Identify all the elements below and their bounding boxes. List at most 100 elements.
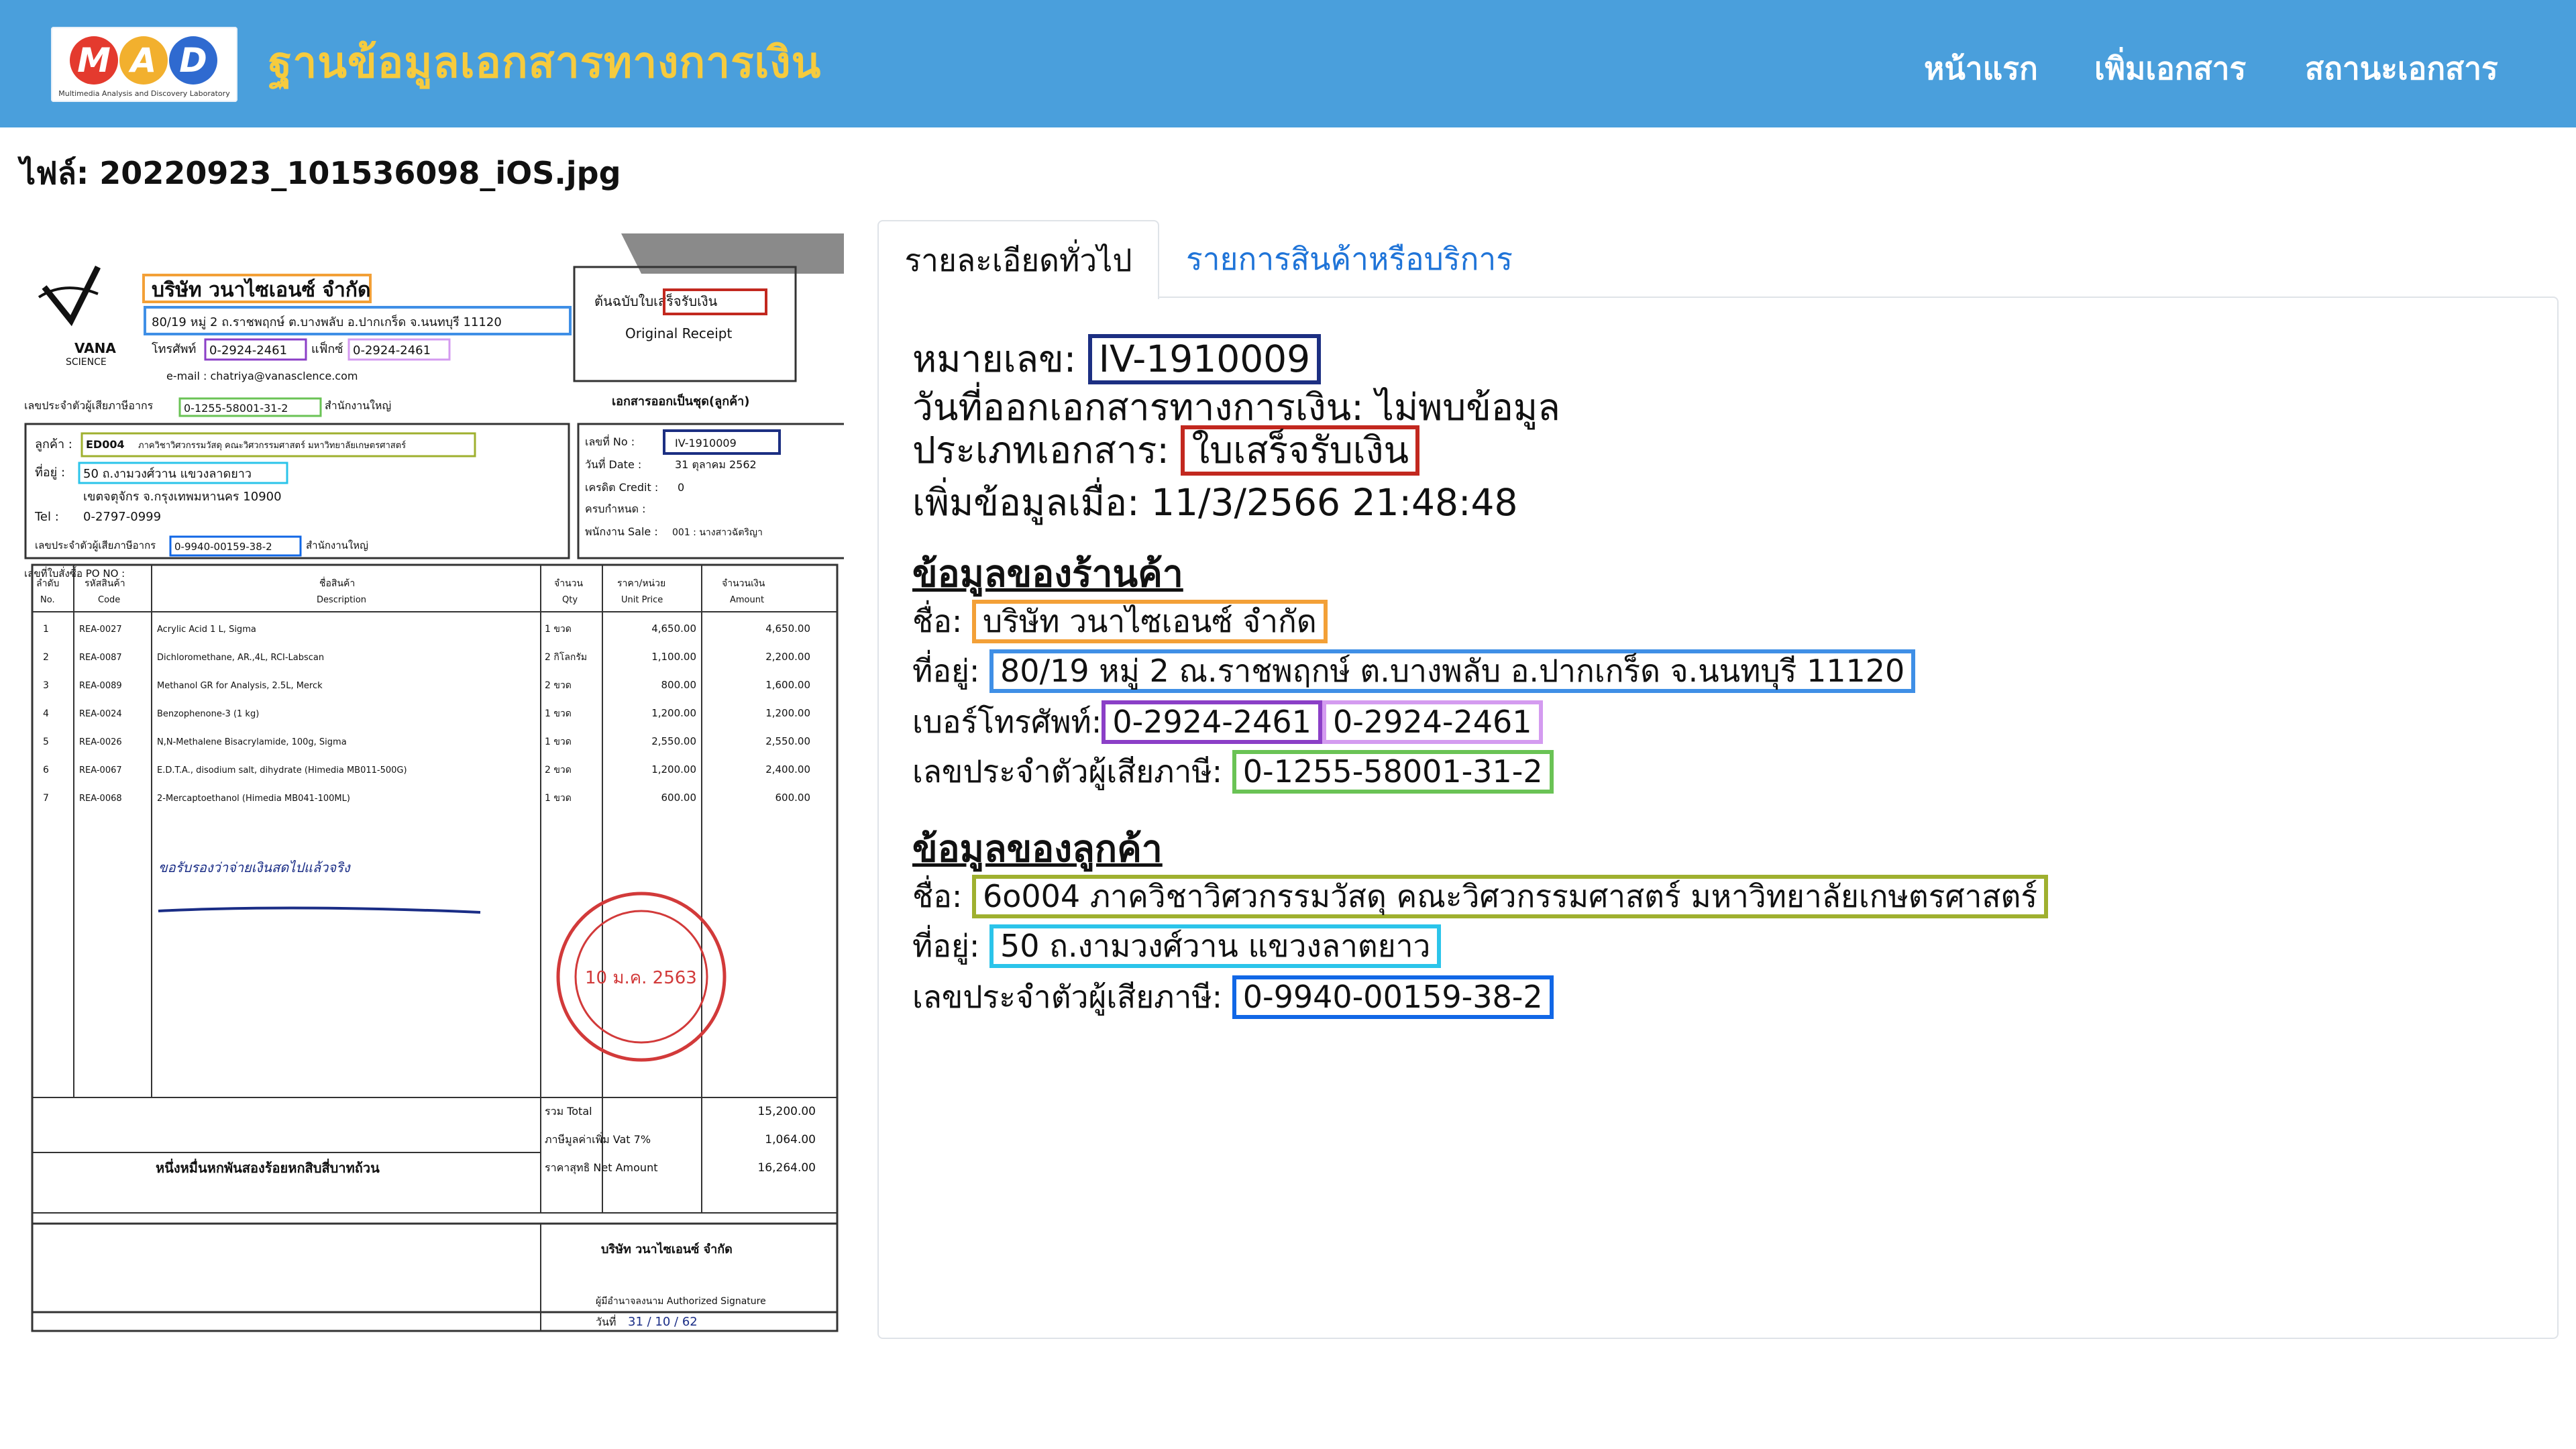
seller-phone-row: เบอร์โทรศัพท์: 0-2924-2461 0-2924-2461 <box>912 698 1543 747</box>
th-no-th: ลำดับ <box>36 578 59 589</box>
receipt-cell: 7 <box>43 793 49 804</box>
customer-name-label: ชื่อ: <box>912 878 963 914</box>
added-row: เพิ่มข้อมูลเมื่อ: 11/3/2566 21:48:48 <box>912 474 1518 532</box>
receipt-customer-label: ลูกค้า : <box>35 437 72 451</box>
sig-label: ผู้มีอำนาจลงนาม Authorized Signature <box>596 1296 766 1307</box>
document-image: VANA SCIENCE บริษัท วนาไซเอนซ์ จำกัด 80/… <box>24 233 844 1347</box>
receipt-scan: VANA SCIENCE บริษัท วนาไซเอนซ์ จำกัด 80/… <box>24 233 844 1332</box>
receipt-email: e-mail : chatriya@vanasclence.com <box>166 370 358 382</box>
receipt-cell: 1 ขวด <box>545 737 572 747</box>
receipt-cell: 1 ขวด <box>545 624 572 635</box>
receipt-stamp: 10 ม.ค. 2563 <box>556 892 727 1062</box>
total-label: รวม Total <box>545 1105 592 1118</box>
seller-address-value: 80/19 หมู่ 2 ณ.ราชพฤกษ์ ต.บางพลับ อ.ปากเ… <box>989 649 1916 693</box>
receipt-cell: 1,200.00 <box>651 707 696 719</box>
receipt-cust-address1: 50 ถ.งามวงศ์วาน แขวงลาดยาว <box>83 467 252 481</box>
seller-name-value: บริษัท วนาไซเอนซ์ จำกัด <box>971 600 1328 643</box>
receipt-no: IV-1910009 <box>675 437 737 449</box>
svg-text:SCIENCE: SCIENCE <box>66 357 107 368</box>
receipt-tel-label: Tel : <box>34 510 59 524</box>
receipt-credit-label: เครดิต Credit : <box>585 481 658 494</box>
nav-add-document[interactable]: เพิ่มเอกสาร <box>2094 44 2246 93</box>
th-code-en: Code <box>98 595 120 605</box>
seller-phone-label: เบอร์โทรศัพท์: <box>912 704 1102 740</box>
stamp-date: 10 ม.ค. 2563 <box>585 968 697 988</box>
receipt-cell: REA-0067 <box>79 765 122 775</box>
customer-tax-label: เลขประจำตัวผู้เสียภาษี: <box>912 979 1223 1015</box>
tab-items-services[interactable]: รายการสินค้าหรือบริการ <box>1186 220 1513 298</box>
receipt-phone-label: โทรศัพท์ <box>152 341 196 356</box>
receipt-cust-address2: เขตจตุจักร จ.กรุงเทพมหานคร 10900 <box>83 490 282 504</box>
receipt-cell: Dichloromethane, AR.,4L, RCI-Labscan <box>157 653 324 663</box>
receipt-original-en: Original Receipt <box>625 325 732 341</box>
receipt-sales: 001 : นางสาวฉัตริญา <box>672 527 763 538</box>
th-code-th: รหัสสินค้า <box>85 578 125 589</box>
added-label: เพิ่มข้อมูลเมื่อ: <box>912 481 1140 524</box>
receipt-cell: REA-0026 <box>79 737 122 747</box>
receipt-cell: 2,200.00 <box>765 651 810 663</box>
receipt-cust-branch: สำนักงานใหญ่ <box>306 539 368 551</box>
tab-general-details[interactable]: รายละเอียดทั่วไป <box>877 220 1159 299</box>
added-value: 11/3/2566 21:48:48 <box>1151 481 1518 524</box>
customer-heading: ข้อมูลของลูกค้า <box>912 827 1163 870</box>
brand-title[interactable]: ฐานข้อมูลเอกสารทางการเงิน <box>268 28 821 97</box>
amount-words: หนึ่งหมื่นหกพันสองร้อยหกสิบสี่บาทถ้วน <box>156 1158 380 1176</box>
sig-date-label: วันที่ <box>596 1314 616 1328</box>
nav-document-status[interactable]: สถานะเอกสาร <box>2305 44 2498 93</box>
receipt-cell: 6 <box>43 765 49 775</box>
receipt-due-label: ครบกำหนด : <box>585 502 645 515</box>
receipt-cell: 4 <box>43 708 49 719</box>
receipt-cell: 2,400.00 <box>765 763 810 775</box>
th-desc-en: Description <box>317 595 366 605</box>
receipt-cell: 4,650.00 <box>651 623 696 635</box>
sig-company: บริษัท วนาไซเอนซ์ จำกัด <box>601 1242 733 1256</box>
receipt-handwritten: ขอรับรองว่าจ่ายเงินสดไปแล้วจริง <box>158 859 351 875</box>
receipt-tel: 0-2797-0999 <box>83 510 161 524</box>
mad-logo[interactable]: M A D Multimedia Analysis and Discovery … <box>51 27 237 102</box>
customer-tax-value: 0-9940-00159-38-2 <box>1232 975 1554 1019</box>
vat-label: ภาษีมูลค่าเพิ่ม Vat 7% <box>545 1132 651 1146</box>
th-price-en: Unit Price <box>621 595 663 605</box>
receipt-cell: 5 <box>43 737 49 747</box>
doc-type-row: ประเภทเอกสาร: ใบเสร็จรับเงิน <box>912 421 1420 480</box>
nav-home[interactable]: หน้าแรก <box>1924 44 2038 93</box>
receipt-company: บริษัท วนาไซเอนซ์ จำกัด <box>152 278 370 302</box>
th-no-en: No. <box>40 595 55 605</box>
logo-letter-m: M <box>70 36 118 85</box>
doc-type-value: ใบเสร็จรับเงิน <box>1181 425 1420 476</box>
seller-tax-row: เลขประจำตัวผู้เสียภาษี: 0-1255-58001-31-… <box>912 747 1554 796</box>
receipt-cell: 1 ขวด <box>545 708 572 719</box>
total-value: 15,200.00 <box>757 1105 816 1118</box>
receipt-fax: 0-2924-2461 <box>353 343 431 358</box>
receipt-no-label: เลขที่ No : <box>585 434 635 448</box>
receipt-date: 31 ตุลาคม 2562 <box>675 458 757 472</box>
customer-tax-row: เลขประจำตัวผู้เสียภาษี: 0-9940-00159-38-… <box>912 973 1554 1022</box>
th-amount-en: Amount <box>730 595 764 605</box>
receipt-credit: 0 <box>678 481 684 494</box>
receipt-address: 80/19 หมู่ 2 ถ.ราชพฤกษ์ ต.บางพลับ อ.ปากเ… <box>152 314 502 329</box>
receipt-cell: 1,200.00 <box>651 763 696 775</box>
sig-date: 31 / 10 / 62 <box>628 1315 698 1329</box>
receipt-cell: Benzophenone-3 (1 kg) <box>157 709 259 719</box>
seller-phone-2: 0-2924-2461 <box>1322 700 1543 744</box>
receipt-series: เอกสารออกเป็นชุด(ลูกค้า) <box>612 393 749 409</box>
vana-logo: VANA SCIENCE <box>38 265 116 368</box>
receipt-cell: REA-0024 <box>79 709 122 719</box>
receipt-cell: 2 ขวด <box>545 680 572 691</box>
net-label: ราคาสุทธิ Net Amount <box>545 1161 657 1175</box>
receipt-cell: E.D.T.A., disodium salt, dihydrate (Hime… <box>157 765 407 775</box>
receipt-customer-name: ภาควิชาวิศวกรรมวัสดุ คณะวิศวกรรมศาสตร์ ม… <box>138 440 406 451</box>
receipt-cell: Acrylic Acid 1 L, Sigma <box>157 625 256 635</box>
receipt-sales-label: พนักงาน Sale : <box>585 525 658 538</box>
receipt-cell: 1 ขวด <box>545 793 572 804</box>
receipt-cell: 2,550.00 <box>765 735 810 747</box>
doc-type-label: ประเภทเอกสาร: <box>912 429 1169 472</box>
receipt-cell: 3 <box>43 680 49 691</box>
receipt-cust-tax: 0-9940-00159-38-2 <box>174 541 272 553</box>
th-qty-th: จำนวน <box>554 578 583 589</box>
receipt-cell: 2 ขวด <box>545 765 572 775</box>
receipt-cell: N,N-Methalene Bisacrylamide, 100g, Sigma <box>157 737 347 747</box>
doc-number-label: หมายเลข: <box>912 337 1077 380</box>
th-price-th: ราคา/หน่วย <box>617 578 665 589</box>
customer-name-row: ชื่อ: 6o004 ภาควิชาวิศวกรรมวัสดุ คณะวิศว… <box>912 872 2049 921</box>
